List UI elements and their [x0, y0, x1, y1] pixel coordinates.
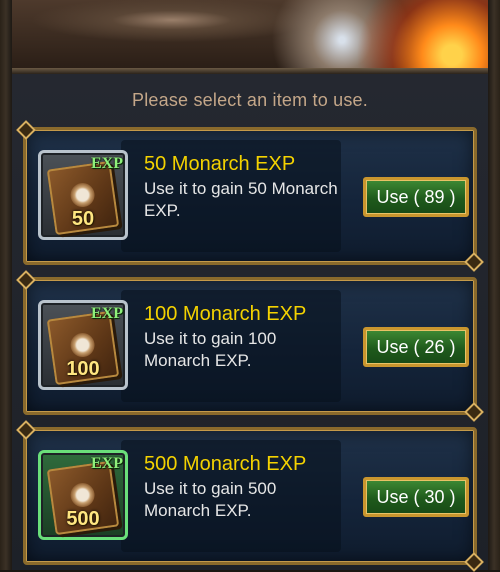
item-title: 50 Monarch EXP: [144, 153, 296, 175]
use-button-100-exp[interactable]: Use ( 26 ): [363, 327, 469, 367]
item-description: Use it to gain 500 Monarch EXP.: [144, 479, 277, 520]
use-button-50-exp[interactable]: Use ( 89 ): [363, 177, 469, 217]
use-button-label: Use: [376, 487, 409, 507]
item-description: Use it to gain 100 Monarch EXP.: [144, 329, 277, 370]
use-button-label: Use: [376, 187, 409, 207]
item-title: 500 Monarch EXP: [144, 453, 307, 475]
item-card-100-exp: EXP 100 100 Monarch EXP Use it to gain 1…: [23, 277, 477, 415]
exp-amount-badge: 50: [71, 208, 95, 230]
use-button-label: Use: [376, 337, 409, 357]
exp-amount-badge: 100: [66, 358, 100, 380]
item-icon-frame: EXP 50: [38, 150, 128, 240]
exp-badge: EXP: [91, 305, 123, 322]
book-emblem-icon: [69, 331, 97, 359]
item-count: ( 30 ): [413, 487, 456, 507]
banner-artwork: [12, 0, 488, 70]
instruction-text: Please select an item to use.: [132, 90, 368, 110]
exp-badge: EXP: [91, 155, 123, 172]
item-count: ( 89 ): [413, 187, 456, 207]
use-button-500-exp[interactable]: Use ( 30 ): [363, 477, 469, 517]
item-card-500-exp: EXP 500 500 Monarch EXP Use it to gain 5…: [23, 427, 477, 565]
exp-badge: EXP: [91, 455, 123, 472]
book-emblem-icon: [69, 481, 97, 509]
exp-amount-badge: 500: [66, 508, 100, 530]
book-emblem-icon: [69, 181, 97, 209]
item-icon-frame: EXP 100: [38, 300, 128, 390]
item-count: ( 26 ): [413, 337, 456, 357]
item-title: 100 Monarch EXP: [144, 303, 307, 325]
item-card-50-exp: EXP 50 50 Monarch EXP Use it to gain 50 …: [23, 127, 477, 265]
item-icon-frame: EXP 500: [38, 450, 128, 540]
item-description: Use it to gain 50 Monarch EXP.: [144, 179, 338, 220]
